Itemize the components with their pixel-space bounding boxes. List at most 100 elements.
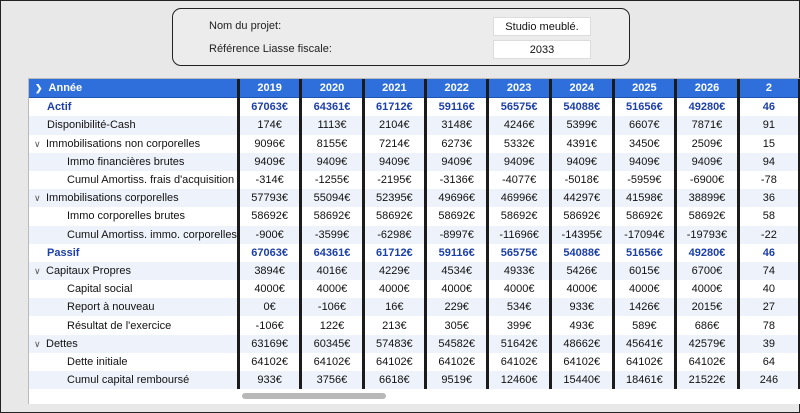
value-cell[interactable]: 58692€ — [238, 207, 303, 226]
value-cell[interactable]: 9519€ — [425, 371, 490, 390]
value-cell[interactable]: 933€ — [550, 298, 615, 317]
value-cell[interactable]: -3599€ — [300, 225, 365, 244]
value-cell[interactable]: 9409€ — [238, 152, 303, 171]
value-cell[interactable]: -5018€ — [550, 170, 615, 190]
value-cell[interactable]: 6607€ — [613, 116, 678, 135]
value-cell[interactable]: -6900€ — [675, 170, 740, 190]
value-cell[interactable]: 51642€ — [487, 334, 552, 353]
value-cell[interactable]: 42579€ — [675, 334, 740, 353]
table-row[interactable]: Dette initiale 64102€ 64102€ 64102€ 64102€ 64… — [29, 352, 800, 371]
value-cell[interactable]: 59116€ — [425, 97, 490, 117]
table-row[interactable]: Immo financières brutes 9409€ 9409€ 9409€ 94… — [29, 152, 800, 171]
value-cell[interactable]: 9096€ — [238, 134, 303, 153]
value-cell[interactable]: 0€ — [238, 298, 303, 317]
value-cell[interactable]: 64102€ — [425, 352, 490, 371]
value-cell[interactable]: 58692€ — [425, 207, 490, 226]
value-cell[interactable]: 246 — [738, 371, 800, 390]
table-row[interactable]: Cumul capital remboursé 933€ 3756€ 6618€ 951… — [29, 371, 800, 390]
value-cell[interactable]: 4534€ — [425, 261, 490, 281]
value-cell[interactable]: 213€ — [363, 316, 428, 335]
year-column-header[interactable]: 2025 — [613, 79, 678, 99]
value-cell[interactable]: 56575€ — [487, 97, 552, 117]
value-cell[interactable]: 57483€ — [363, 334, 428, 353]
value-cell[interactable]: 9409€ — [425, 152, 490, 171]
value-cell[interactable]: 1426€ — [613, 298, 678, 317]
value-cell[interactable]: 58692€ — [300, 207, 365, 226]
value-cell[interactable]: 7214€ — [363, 134, 428, 153]
value-cell[interactable]: 55094€ — [300, 189, 365, 208]
value-cell[interactable]: 61712€ — [363, 97, 428, 117]
value-cell[interactable]: 4933€ — [487, 261, 552, 281]
value-cell[interactable]: 46 — [738, 243, 800, 262]
value-cell[interactable]: 58692€ — [675, 207, 740, 226]
collapse-chevron-icon[interactable]: ∨ — [34, 193, 46, 204]
value-cell[interactable]: 41598€ — [613, 189, 678, 208]
project-name-field[interactable]: Studio meublé. — [493, 17, 591, 36]
value-cell[interactable]: -78 — [738, 170, 800, 190]
collapse-chevron-icon[interactable]: ∨ — [34, 266, 46, 277]
value-cell[interactable]: 91 — [738, 116, 800, 135]
value-cell[interactable]: 4016€ — [300, 261, 365, 281]
value-cell[interactable]: 589€ — [613, 316, 678, 335]
value-cell[interactable]: 3894€ — [238, 261, 303, 281]
value-cell[interactable]: -14395€ — [550, 225, 615, 244]
value-cell[interactable]: 18461€ — [613, 371, 678, 390]
table-row[interactable]: ∨ Immobilisations non corporelles 9096€ 815… — [29, 134, 800, 153]
value-cell[interactable]: 4000€ — [550, 280, 615, 299]
year-column-header[interactable]: 2026 — [675, 79, 740, 99]
value-cell[interactable]: 57793€ — [238, 189, 303, 208]
year-column-header[interactable]: 2024 — [550, 79, 615, 99]
value-cell[interactable]: 399€ — [487, 316, 552, 335]
table-row[interactable]: Cumul Amortiss. immo. corporelles -900€ -3… — [29, 225, 800, 244]
value-cell[interactable]: 6700€ — [675, 261, 740, 281]
value-cell[interactable]: -5959€ — [613, 170, 678, 190]
collapse-chevron-icon[interactable]: ∨ — [34, 339, 46, 350]
value-cell[interactable]: 46 — [738, 97, 800, 117]
value-cell[interactable]: 9409€ — [300, 152, 365, 171]
value-cell[interactable]: 4391€ — [550, 134, 615, 153]
value-cell[interactable]: 4229€ — [363, 261, 428, 281]
value-cell[interactable]: 4246€ — [487, 116, 552, 135]
value-cell[interactable]: 2509€ — [675, 134, 740, 153]
value-cell[interactable]: 2104€ — [363, 116, 428, 135]
value-cell[interactable]: 7871€ — [675, 116, 740, 135]
tax-reference-field[interactable]: 2033 — [493, 40, 591, 59]
value-cell[interactable]: -8997€ — [425, 225, 490, 244]
value-cell[interactable]: 51656€ — [613, 243, 678, 262]
value-cell[interactable]: 64361€ — [300, 97, 365, 117]
value-cell[interactable]: 4000€ — [425, 280, 490, 299]
value-cell[interactable]: 8155€ — [300, 134, 365, 153]
value-cell[interactable]: 48662€ — [550, 334, 615, 353]
value-cell[interactable]: 64102€ — [613, 352, 678, 371]
value-cell[interactable]: 64102€ — [300, 352, 365, 371]
value-cell[interactable]: 64361€ — [300, 243, 365, 262]
value-cell[interactable]: 58692€ — [550, 207, 615, 226]
value-cell[interactable]: 67063€ — [238, 97, 303, 117]
value-cell[interactable]: 2015€ — [675, 298, 740, 317]
value-cell[interactable]: 6618€ — [363, 371, 428, 390]
value-cell[interactable]: 1113€ — [300, 116, 365, 135]
value-cell[interactable]: 6015€ — [613, 261, 678, 281]
value-cell[interactable]: 6273€ — [425, 134, 490, 153]
value-cell[interactable]: 40 — [738, 280, 800, 299]
value-cell[interactable]: 4000€ — [363, 280, 428, 299]
value-cell[interactable]: 59116€ — [425, 243, 490, 262]
year-column-header[interactable]: 2019 — [238, 79, 303, 99]
year-column-header[interactable]: 2 — [738, 79, 800, 99]
value-cell[interactable]: 5426€ — [550, 261, 615, 281]
value-cell[interactable]: 56575€ — [487, 243, 552, 262]
value-cell[interactable]: -4077€ — [487, 170, 552, 190]
table-row[interactable]: Passif 67063€ 64361€ 61712€ 59116€ 56575€ 5408… — [29, 243, 800, 262]
value-cell[interactable]: 64102€ — [238, 352, 303, 371]
year-column-header[interactable]: 2023 — [487, 79, 552, 99]
value-cell[interactable]: 9409€ — [363, 152, 428, 171]
year-column-header[interactable]: 2021 — [363, 79, 428, 99]
value-cell[interactable]: 44297€ — [550, 189, 615, 208]
table-row[interactable]: Disponibilité-Cash 174€ 1113€ 2104€ 3148€ 424… — [29, 116, 800, 135]
value-cell[interactable]: 174€ — [238, 116, 303, 135]
value-cell[interactable]: 122€ — [300, 316, 365, 335]
year-column-header[interactable]: 2022 — [425, 79, 490, 99]
value-cell[interactable]: 4000€ — [487, 280, 552, 299]
value-cell[interactable]: 64102€ — [363, 352, 428, 371]
value-cell[interactable]: 4000€ — [675, 280, 740, 299]
